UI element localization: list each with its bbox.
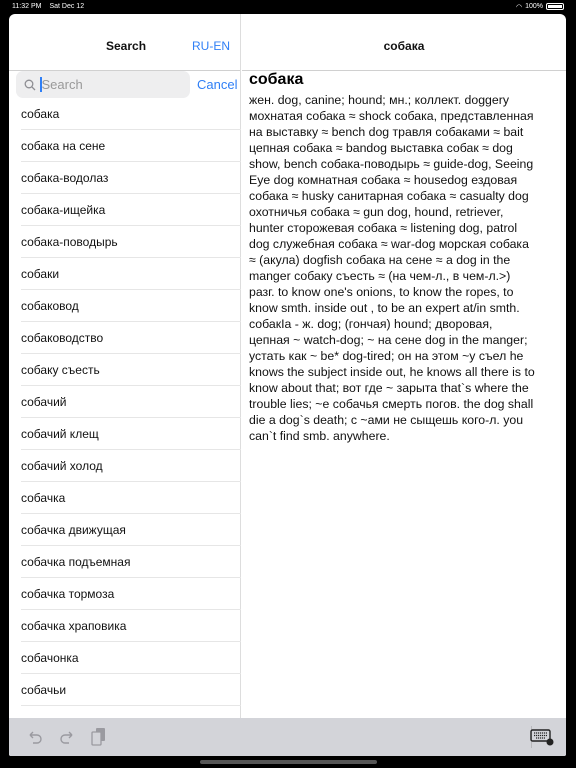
search-header: Search RU-EN	[9, 14, 240, 71]
definition-line: мохнатая собака ≈ shock собака, представ…	[249, 109, 534, 123]
definition-line: know about that; вот где ~ зарыта that`s…	[249, 381, 529, 395]
result-item[interactable]: собаковод	[21, 290, 241, 322]
definition: жен. dog, canine; hound; мн.; коллект. d…	[249, 92, 535, 444]
definition-line: на выставку ≈ bench dog травля собаками …	[249, 125, 524, 139]
paste-icon[interactable]	[90, 727, 108, 747]
definition-line: hunter сторожевая собака ≈ listening dog…	[249, 221, 518, 235]
result-item[interactable]: собачонка	[21, 642, 241, 674]
definition-line: цепная ~ watch-dog; ~ на сене dog in the…	[249, 333, 528, 347]
entry-header: собака	[242, 14, 566, 71]
search-pane: Search RU-EN Search Cancel собака собака …	[9, 14, 241, 718]
status-time: 11:32 PM	[12, 3, 42, 10]
status-bar: 11:32 PM Sat Dec 12 ◠ 100%	[0, 0, 576, 13]
cancel-button[interactable]: Cancel	[197, 77, 237, 92]
results-list: собака собака на сене собака-водолаз собака…	[9, 98, 241, 706]
battery-icon	[546, 3, 564, 10]
app-window: Search RU-EN Search Cancel собака собака …	[9, 14, 566, 756]
result-item[interactable]: собака	[21, 98, 241, 130]
definition-line: собака ≈ husky санитарная собака ≈ casua…	[249, 189, 529, 203]
definition-line: устать как ~ be* dog-tired; он на этом ~…	[249, 349, 524, 363]
definition-line: разг. to know one's onions, to know the …	[249, 285, 514, 299]
definition-line: цепная собака ≈ bandog выставка собак ≈ …	[249, 141, 513, 155]
definition-line: know smth. inside out , to be an expert …	[249, 301, 520, 315]
definition-line: manger собаку съесть ≈ (на чем-л., в чем…	[249, 269, 511, 283]
redo-icon[interactable]	[58, 728, 76, 746]
result-item[interactable]: собачка подъемная	[21, 546, 241, 578]
result-item[interactable]: собачий холод	[21, 450, 241, 482]
definition-line: собакIa - ж. dog; (гончая) hound; дворов…	[249, 317, 493, 331]
entry-pane: собака собака жен. dog, canine; hound; м…	[242, 14, 566, 718]
search-icon	[24, 79, 36, 90]
result-item[interactable]: собаки	[21, 258, 241, 290]
result-item[interactable]: собачий	[21, 386, 241, 418]
definition-line: die a dog`s death; с ~ами не сыщешь кого…	[249, 413, 524, 427]
wifi-icon: ◠	[515, 3, 523, 11]
result-item[interactable]: собаку съесть	[21, 354, 241, 386]
search-input[interactable]: Search	[16, 71, 190, 98]
status-date: Sat Dec 12	[49, 3, 85, 10]
result-item[interactable]: собаководство	[21, 322, 241, 354]
definition-line: жен. dog, canine; hound; мн.; коллект. d…	[249, 93, 509, 107]
keyboard-dismiss-icon[interactable]	[530, 728, 554, 746]
definition-line: Eye dog комнатная собака ≈ housedog ездо…	[249, 173, 518, 187]
search-title: Search	[106, 39, 147, 53]
result-item[interactable]: собака-водолаз	[21, 162, 241, 194]
result-item[interactable]: собака-ищейка	[21, 194, 241, 226]
definition-line: ≈ (акула) dogfish собака на сене ≈ a dog…	[249, 253, 511, 267]
result-item[interactable]: собачьи	[21, 674, 241, 706]
undo-icon[interactable]	[26, 728, 44, 746]
definition-line: show, bench собака-поводырь ≈ guide-dog,…	[249, 157, 534, 171]
result-item[interactable]: собачка движущая	[21, 514, 241, 546]
home-indicator[interactable]	[200, 760, 377, 764]
result-item[interactable]: собачий клещ	[21, 418, 241, 450]
result-item[interactable]: собачка тормоза	[21, 578, 241, 610]
definition-line: knows the subject inside out, he knows a…	[249, 365, 535, 379]
definition-line: trouble lies; ~e собачья смерть погов. t…	[249, 397, 534, 411]
definition-line: охотничья собака ≈ gun dog, hound, retri…	[249, 205, 504, 219]
battery-percent: 100%	[525, 3, 543, 10]
definition-line: dog служебная собака ≈ war-dog морская с…	[249, 237, 529, 251]
definition-line: can`t find smb. anywhere.	[249, 429, 390, 443]
entry-title: собака	[383, 39, 425, 53]
result-item[interactable]: собачка храповика	[21, 610, 241, 642]
result-item[interactable]: собака на сене	[21, 130, 241, 162]
keyboard-toolbar	[9, 718, 566, 756]
result-item[interactable]: собака-поводырь	[21, 226, 241, 258]
language-button[interactable]: RU-EN	[192, 39, 230, 53]
headword: собака	[249, 71, 304, 88]
result-item[interactable]: собачка	[21, 482, 241, 514]
search-placeholder: Search	[41, 77, 83, 92]
